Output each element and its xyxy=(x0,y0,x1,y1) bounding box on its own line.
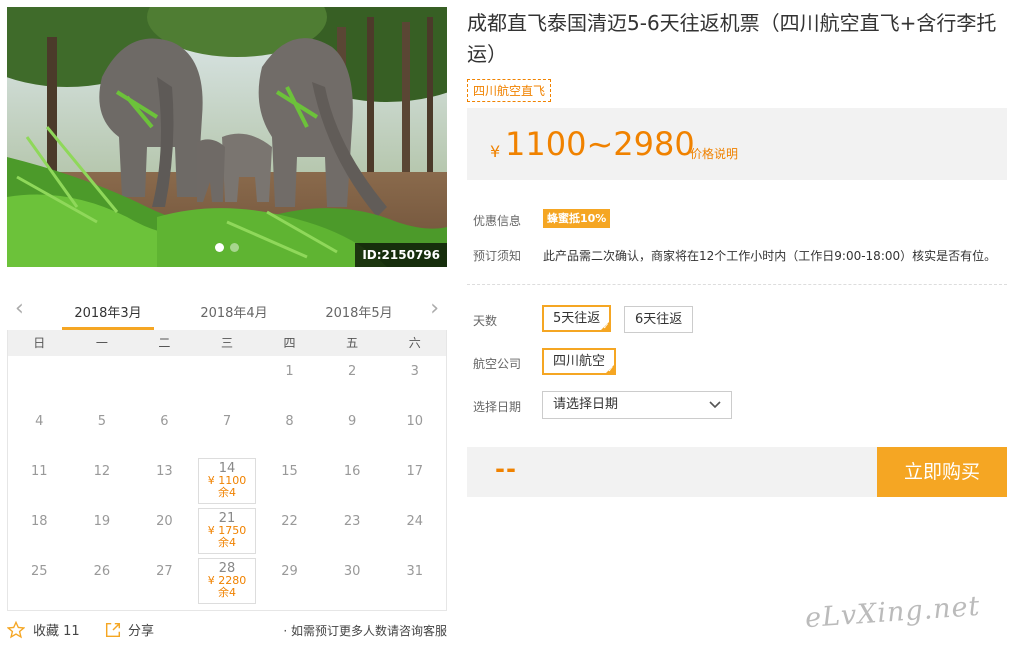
calendar-day: 26 xyxy=(93,564,111,579)
star-icon xyxy=(7,620,25,638)
favorite-count: 收藏 11 xyxy=(33,624,80,639)
option-5-days[interactable]: 5天往返 ✓ xyxy=(542,305,612,332)
notice-text: 此产品需二次确认，商家将在12个工作小时内（工作日9:00-18:00）核实是否… xyxy=(543,249,997,263)
carousel-dot[interactable] xyxy=(215,243,224,252)
check-icon: ✓ xyxy=(607,365,615,374)
calendar-day-available[interactable]: 28 ¥ 2280 余4 xyxy=(196,556,259,606)
price-explain-link[interactable]: 价格说明 xyxy=(690,145,738,162)
favorite-button[interactable]: 收藏 11 xyxy=(7,620,80,639)
day-seats-left: 余4 xyxy=(217,486,236,499)
calendar-day-available[interactable]: 21 ¥ 1750 余4 xyxy=(196,506,259,556)
action-bar: 收藏 11 分享 · 如需预订更多人数请咨询客服 xyxy=(7,618,447,642)
day-seats-left: 余4 xyxy=(217,586,236,599)
calendar-day: 16 xyxy=(343,464,361,479)
calendar-day: 8 xyxy=(285,414,294,429)
calendar-day: 4 xyxy=(35,414,44,429)
discount-badge: 蜂蜜抵10% xyxy=(543,209,611,228)
calendar-day-available[interactable]: 14 ¥ 1100 余4 xyxy=(196,456,259,506)
product-image[interactable]: ID:2150796 xyxy=(7,7,447,267)
total-price: -- xyxy=(495,455,517,483)
departure-calendar: 日 一 二 三 四 五 六 1 2 3 4 5 6 7 8 9 10 11 12 13 14 ¥ 1100 余… xyxy=(7,330,447,611)
day-seats-left: 余4 xyxy=(217,536,236,549)
calendar-month-nav: ‹ 2018年3月 2018年4月 2018年5月 › xyxy=(7,292,447,330)
tab-month-2[interactable]: 2018年4月 xyxy=(188,302,280,321)
calendar-day: 1 xyxy=(285,364,294,379)
divider xyxy=(467,284,1007,285)
image-id-label: ID:2150796 xyxy=(355,243,447,267)
date-select[interactable]: 请选择日期 xyxy=(542,391,732,419)
elephants-photo xyxy=(7,7,447,267)
prev-month-icon[interactable]: ‹ xyxy=(15,298,24,320)
carousel-dot[interactable] xyxy=(230,243,239,252)
calendar-empty-cell xyxy=(196,356,259,406)
calendar-day: 7 xyxy=(222,414,232,429)
weekday-label: 四 xyxy=(283,336,296,350)
tab-month-3[interactable]: 2018年5月 xyxy=(313,302,405,321)
share-label: 分享 xyxy=(128,624,155,639)
calendar-empty-cell xyxy=(8,356,71,406)
calendar-days-grid: 1 2 3 4 5 6 7 8 9 10 11 12 13 14 ¥ 1100 余4 15 16 17 18 19 20 2… xyxy=(8,356,446,606)
notice-row: 预订须知 此产品需二次确认，商家将在12个工作小时内（工作日9:00-18:00… xyxy=(473,247,996,264)
calendar-day: 27 xyxy=(156,564,173,579)
calendar-day: 23 xyxy=(343,514,361,529)
contact-hint: · 如需预订更多人数请咨询客服 xyxy=(283,624,447,638)
price-range: 1100~2980 xyxy=(505,125,695,163)
weekday-label: 三 xyxy=(220,336,233,350)
calendar-day: 18 xyxy=(31,514,48,529)
calendar-empty-cell xyxy=(71,356,134,406)
weekday-label: 二 xyxy=(158,336,171,350)
calendar-day: 13 xyxy=(156,464,173,479)
share-button[interactable]: 分享 xyxy=(104,620,154,639)
calendar-day: 24 xyxy=(406,514,423,529)
date-label: 选择日期 xyxy=(473,400,522,414)
calendar-day: 2 xyxy=(347,364,357,379)
airline-tag: 四川航空直飞 xyxy=(467,79,552,102)
calendar-day: 25 xyxy=(31,564,48,579)
weekday-label: 六 xyxy=(408,336,421,350)
calendar-day: 10 xyxy=(406,414,423,429)
chevron-down-icon xyxy=(709,401,721,409)
calendar-day: 17 xyxy=(406,464,423,479)
date-select-value: 请选择日期 xyxy=(553,397,619,412)
option-6-days-label: 6天往返 xyxy=(635,312,683,327)
check-icon: ✓ xyxy=(602,322,610,331)
airline-label: 航空公司 xyxy=(473,357,522,371)
weekday-label: 一 xyxy=(95,336,108,350)
calendar-day: 12 xyxy=(93,464,111,479)
calendar-day: 3 xyxy=(410,364,419,379)
days-label: 天数 xyxy=(473,314,498,328)
option-sichuan-airlines-label: 四川航空 xyxy=(553,354,606,369)
calendar-day: 5 xyxy=(97,414,106,429)
price-panel: ¥ 1100~2980 价格说明 xyxy=(467,108,1007,180)
notice-label: 预订须知 xyxy=(473,249,522,263)
calendar-empty-cell xyxy=(133,356,196,406)
calendar-day: 30 xyxy=(343,564,361,579)
next-month-icon[interactable]: › xyxy=(430,298,439,320)
product-title: 成都直飞泰国清迈5-6天往返机票（四川航空直飞+含行李托运） xyxy=(467,11,997,66)
buy-now-button[interactable]: 立即购买 xyxy=(877,447,1007,497)
option-sichuan-airlines[interactable]: 四川航空 ✓ xyxy=(542,348,617,375)
calendar-day: 6 xyxy=(160,414,169,429)
calendar-day: 22 xyxy=(281,514,298,529)
calendar-day: 9 xyxy=(347,414,357,429)
weekday-label: 五 xyxy=(346,336,359,350)
calendar-day: 15 xyxy=(281,464,298,479)
calendar-day: 29 xyxy=(281,564,298,579)
currency-symbol: ¥ xyxy=(490,142,501,161)
weekday-header: 日 一 二 三 四 五 六 xyxy=(8,330,446,356)
calendar-day: 19 xyxy=(93,514,111,529)
calendar-day: 31 xyxy=(406,564,423,579)
discount-label: 优惠信息 xyxy=(473,214,522,228)
tab-month-1[interactable]: 2018年3月 xyxy=(62,302,154,330)
site-watermark: eLvXing.net xyxy=(804,590,982,635)
weekday-label: 日 xyxy=(33,336,46,350)
option-6-days[interactable]: 6天往返 xyxy=(624,306,694,333)
share-icon xyxy=(105,622,121,637)
option-5-days-label: 5天往返 xyxy=(553,311,601,326)
calendar-day: 20 xyxy=(156,514,173,529)
calendar-day: 11 xyxy=(31,464,48,479)
discount-row: 优惠信息 蜂蜜抵10% xyxy=(473,209,611,229)
